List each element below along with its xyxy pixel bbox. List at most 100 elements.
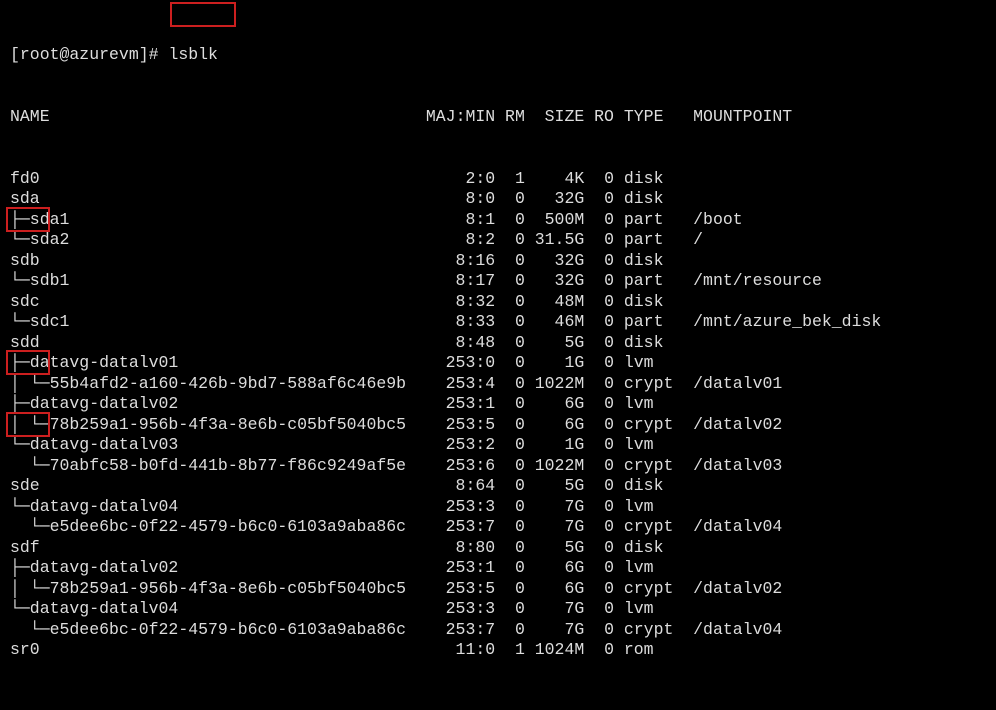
device-mountpoint: /datalv01 <box>683 374 782 395</box>
device-mountpoint: /mnt/azure_bek_disk <box>683 312 881 333</box>
device-majmin: 253:7 <box>426 620 495 641</box>
device-name: sda <box>10 189 426 210</box>
device-ro: 0 <box>584 415 614 436</box>
device-name: ├─datavg-datalv02 <box>10 394 426 415</box>
device-name: └─sdc1 <box>10 312 426 333</box>
device-majmin: 253:1 <box>426 394 495 415</box>
prompt-line: [root@azurevm]# lsblk <box>10 45 996 66</box>
hdr-majmin: MAJ:MIN <box>426 107 495 128</box>
hdr-ro: RO <box>584 107 614 128</box>
device-ro: 0 <box>584 271 614 292</box>
device-size: 4K <box>525 169 584 190</box>
device-size: 6G <box>525 579 584 600</box>
device-rm: 0 <box>495 353 525 374</box>
device-size: 32G <box>525 189 584 210</box>
device-row: └─sdc18:33046M0part/mnt/azure_bek_disk <box>10 312 996 333</box>
device-row: sda8:0032G0disk <box>10 189 996 210</box>
device-type: part <box>614 271 683 292</box>
device-ro: 0 <box>584 497 614 518</box>
device-ro: 0 <box>584 640 614 661</box>
device-type: part <box>614 312 683 333</box>
device-row: └─datavg-datalv03253:201G0lvm <box>10 435 996 456</box>
device-rm: 0 <box>495 476 525 497</box>
device-ro: 0 <box>584 230 614 251</box>
device-ro: 0 <box>584 599 614 620</box>
device-size: 32G <box>525 271 584 292</box>
device-ro: 0 <box>584 189 614 210</box>
device-type: lvm <box>614 599 683 620</box>
device-rm: 1 <box>495 169 525 190</box>
device-rm: 0 <box>495 189 525 210</box>
device-size: 500M <box>525 210 584 231</box>
device-row: sr011:011024M0rom <box>10 640 996 661</box>
device-name: │ └─78b259a1-956b-4f3a-8e6b-c05bf5040bc5 <box>10 415 426 436</box>
device-type: disk <box>614 189 683 210</box>
device-majmin: 253:3 <box>426 599 495 620</box>
device-ro: 0 <box>584 312 614 333</box>
device-ro: 0 <box>584 251 614 272</box>
terminal-wrapper: [root@azurevm]# lsblk NAMEMAJ:MINRMSIZER… <box>0 0 996 710</box>
device-type: crypt <box>614 456 683 477</box>
device-size: 6G <box>525 558 584 579</box>
device-ro: 0 <box>584 394 614 415</box>
device-name: ├─sda1 <box>10 210 426 231</box>
device-row: sdf8:8005G0disk <box>10 538 996 559</box>
device-name: └─e5dee6bc-0f22-4579-b6c0-6103a9aba86c <box>10 620 426 641</box>
device-rm: 0 <box>495 374 525 395</box>
header-row: NAMEMAJ:MINRMSIZEROTYPEMOUNTPOINT <box>10 107 996 128</box>
device-mountpoint: /datalv03 <box>683 456 782 477</box>
device-size: 1022M <box>525 456 584 477</box>
device-ro: 0 <box>584 476 614 497</box>
device-size: 32G <box>525 251 584 272</box>
shell-command[interactable]: lsblk <box>168 45 218 64</box>
device-name: sde <box>10 476 426 497</box>
device-name: fd0 <box>10 169 426 190</box>
device-majmin: 253:5 <box>426 579 495 600</box>
device-majmin: 253:0 <box>426 353 495 374</box>
device-row: sde8:6405G0disk <box>10 476 996 497</box>
device-row: │ └─78b259a1-956b-4f3a-8e6b-c05bf5040bc5… <box>10 415 996 436</box>
device-row: └─sdb18:17032G0part/mnt/resource <box>10 271 996 292</box>
device-row: sdd8:4805G0disk <box>10 333 996 354</box>
device-size: 46M <box>525 312 584 333</box>
device-type: lvm <box>614 558 683 579</box>
device-majmin: 8:17 <box>426 271 495 292</box>
device-rm: 0 <box>495 312 525 333</box>
hdr-type: TYPE <box>614 107 683 128</box>
device-ro: 0 <box>584 374 614 395</box>
device-rm: 0 <box>495 456 525 477</box>
device-majmin: 253:4 <box>426 374 495 395</box>
shell-prompt: [root@azurevm]# <box>10 45 168 64</box>
device-majmin: 8:32 <box>426 292 495 313</box>
device-ro: 0 <box>584 210 614 231</box>
hdr-name: NAME <box>10 107 426 128</box>
device-mountpoint: /datalv02 <box>683 415 782 436</box>
device-row: │ └─55b4afd2-a160-426b-9bd7-588af6c46e9b… <box>10 374 996 395</box>
device-size: 5G <box>525 538 584 559</box>
device-majmin: 8:80 <box>426 538 495 559</box>
device-type: rom <box>614 640 683 661</box>
device-type: lvm <box>614 497 683 518</box>
device-name: ├─datavg-datalv01 <box>10 353 426 374</box>
device-size: 5G <box>525 333 584 354</box>
device-name: │ └─55b4afd2-a160-426b-9bd7-588af6c46e9b <box>10 374 426 395</box>
device-type: crypt <box>614 579 683 600</box>
device-row: │ └─78b259a1-956b-4f3a-8e6b-c05bf5040bc5… <box>10 579 996 600</box>
device-row: sdc8:32048M0disk <box>10 292 996 313</box>
device-type: lvm <box>614 394 683 415</box>
device-size: 1G <box>525 435 584 456</box>
device-type: crypt <box>614 415 683 436</box>
device-name: sdb <box>10 251 426 272</box>
device-rm: 0 <box>495 415 525 436</box>
device-rm: 0 <box>495 271 525 292</box>
device-rm: 0 <box>495 538 525 559</box>
device-type: part <box>614 210 683 231</box>
hdr-mountpoint: MOUNTPOINT <box>683 107 792 128</box>
device-ro: 0 <box>584 538 614 559</box>
device-type: disk <box>614 292 683 313</box>
device-size: 7G <box>525 599 584 620</box>
rows-container: fd02:014K0disksda8:0032G0disk├─sda18:105… <box>10 169 996 661</box>
device-type: disk <box>614 333 683 354</box>
device-row: ├─datavg-datalv02253:106G0lvm <box>10 558 996 579</box>
device-name: sdc <box>10 292 426 313</box>
